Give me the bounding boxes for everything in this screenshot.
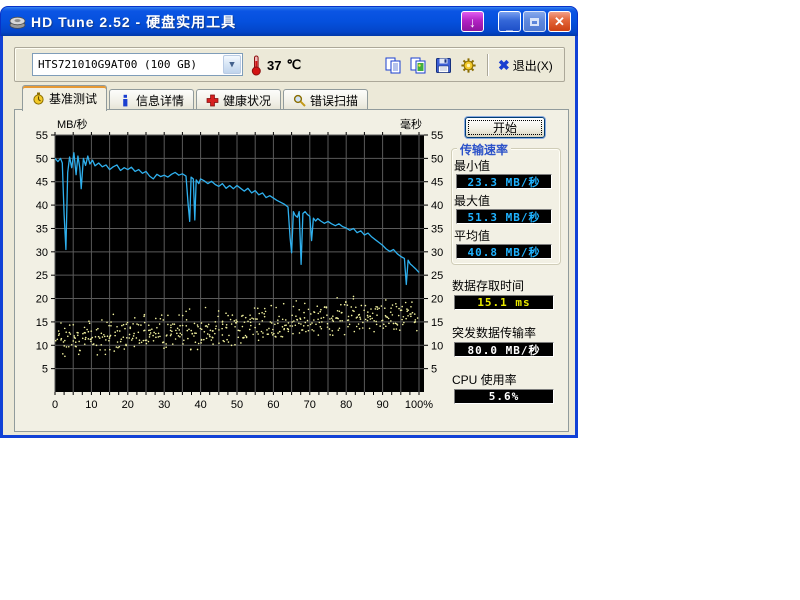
drive-select[interactable]: HTS721010G9AT00 (100 GB) ▼ — [32, 53, 243, 76]
minimize-icon[interactable]: _ — [498, 11, 521, 32]
close-icon[interactable]: ✕ — [548, 11, 571, 32]
tab-info[interactable]: 信息详情 — [109, 89, 194, 111]
tab-health[interactable]: 健康状况 — [196, 89, 281, 111]
timer-icon — [32, 92, 45, 105]
window-title: HD Tune 2.52 - 硬盘实用工具 — [31, 12, 461, 32]
svg-text:30: 30 — [36, 247, 48, 259]
svg-text:15: 15 — [431, 317, 443, 329]
svg-text:25: 25 — [36, 270, 48, 282]
cpu-usage-label: CPU 使用率 — [452, 371, 517, 388]
svg-text:35: 35 — [431, 223, 443, 235]
svg-text:30: 30 — [431, 247, 443, 259]
svg-text:40: 40 — [36, 200, 48, 212]
svg-text:45: 45 — [36, 177, 48, 189]
app-window: HD Tune 2.52 - 硬盘实用工具 ↓ _ ✕ HTS721010G9A… — [0, 6, 578, 438]
svg-text:5: 5 — [431, 364, 437, 376]
temperature-unit: ℃ — [286, 57, 301, 73]
svg-text:毫秒: 毫秒 — [400, 117, 422, 131]
svg-text:60: 60 — [267, 399, 279, 411]
benchmark-page: 5555505045454040353530302525202015151010… — [14, 109, 569, 432]
svg-text:25: 25 — [431, 270, 443, 282]
temperature-indicator: 37 ℃ — [251, 53, 301, 77]
health-cross-icon — [206, 94, 219, 107]
min-label: 最小值 — [454, 157, 490, 174]
svg-text:10: 10 — [431, 340, 443, 352]
svg-text:80: 80 — [340, 399, 352, 411]
focus-ring — [468, 120, 542, 135]
tab-label: 信息详情 — [136, 92, 184, 109]
svg-text:55: 55 — [36, 130, 48, 142]
svg-text:30: 30 — [158, 399, 170, 411]
tab-label: 错误扫描 — [310, 92, 358, 109]
drive-select-value: HTS721010G9AT00 (100 GB) — [33, 58, 222, 71]
svg-text:40: 40 — [431, 200, 443, 212]
info-icon — [119, 94, 132, 107]
tab-label: 健康状况 — [223, 92, 271, 109]
avg-value: 40.8 MB/秒 — [456, 244, 552, 259]
tab-bar: 基准测试 信息详情 健康状况 错误扫描 — [22, 84, 370, 110]
tab-error-scan[interactable]: 错误扫描 — [283, 89, 368, 111]
burst-rate-label: 突发数据传输率 — [452, 324, 536, 341]
svg-text:20: 20 — [122, 399, 134, 411]
max-label: 最大值 — [454, 192, 490, 209]
tab-label: 基准测试 — [49, 90, 97, 107]
maximize-icon[interactable] — [523, 11, 546, 32]
svg-text:100%: 100% — [405, 399, 433, 411]
svg-text:40: 40 — [194, 399, 206, 411]
min-value: 23.3 MB/秒 — [456, 174, 552, 189]
svg-text:15: 15 — [36, 317, 48, 329]
client-area: HTS721010G9AT00 (100 GB) ▼ 37 ℃ — [0, 36, 578, 438]
svg-text:20: 20 — [431, 294, 443, 306]
svg-text:10: 10 — [36, 340, 48, 352]
tab-benchmark[interactable]: 基准测试 — [22, 85, 107, 111]
avg-label: 平均值 — [454, 227, 490, 244]
svg-text:50: 50 — [431, 153, 443, 165]
svg-text:5: 5 — [42, 364, 48, 376]
svg-text:50: 50 — [36, 153, 48, 165]
magnifier-icon — [293, 94, 306, 107]
options-gear-icon[interactable] — [456, 53, 481, 77]
burst-rate-value: 80.0 MB/秒 — [454, 342, 554, 357]
copy-image-icon[interactable] — [406, 53, 431, 77]
chevron-down-icon[interactable]: ▼ — [223, 55, 241, 74]
svg-text:50: 50 — [231, 399, 243, 411]
exit-label: 退出(X) — [513, 57, 553, 74]
svg-text:20: 20 — [36, 294, 48, 306]
save-floppy-icon[interactable] — [431, 53, 456, 77]
thermometer-icon — [251, 54, 262, 76]
svg-text:90: 90 — [376, 399, 388, 411]
svg-text:35: 35 — [36, 223, 48, 235]
toolbar-separator — [487, 54, 488, 76]
hard-disk-icon — [9, 14, 26, 29]
access-time-label: 数据存取时间 — [452, 277, 524, 294]
download-arrow-icon[interactable]: ↓ — [461, 11, 484, 32]
svg-text:MB/秒: MB/秒 — [57, 117, 88, 131]
svg-text:10: 10 — [85, 399, 97, 411]
titlebar: HD Tune 2.52 - 硬盘实用工具 ↓ _ ✕ — [0, 6, 578, 36]
start-button[interactable]: 开始 — [465, 117, 545, 138]
access-time-value: 15.1 ms — [454, 295, 554, 310]
toolbar: HTS721010G9AT00 (100 GB) ▼ 37 ℃ — [14, 47, 565, 82]
group-title: 传输速率 — [457, 141, 511, 158]
svg-text:70: 70 — [304, 399, 316, 411]
copy-text-icon[interactable] — [381, 53, 406, 77]
cpu-usage-value: 5.6% — [454, 389, 554, 404]
temperature-value: 37 — [267, 58, 281, 73]
svg-text:0: 0 — [52, 399, 58, 411]
svg-text:55: 55 — [431, 130, 443, 142]
exit-x-icon: ✖ — [498, 57, 510, 74]
max-value: 51.3 MB/秒 — [456, 209, 552, 224]
exit-button[interactable]: ✖ 退出(X) — [494, 55, 557, 76]
svg-text:45: 45 — [431, 177, 443, 189]
